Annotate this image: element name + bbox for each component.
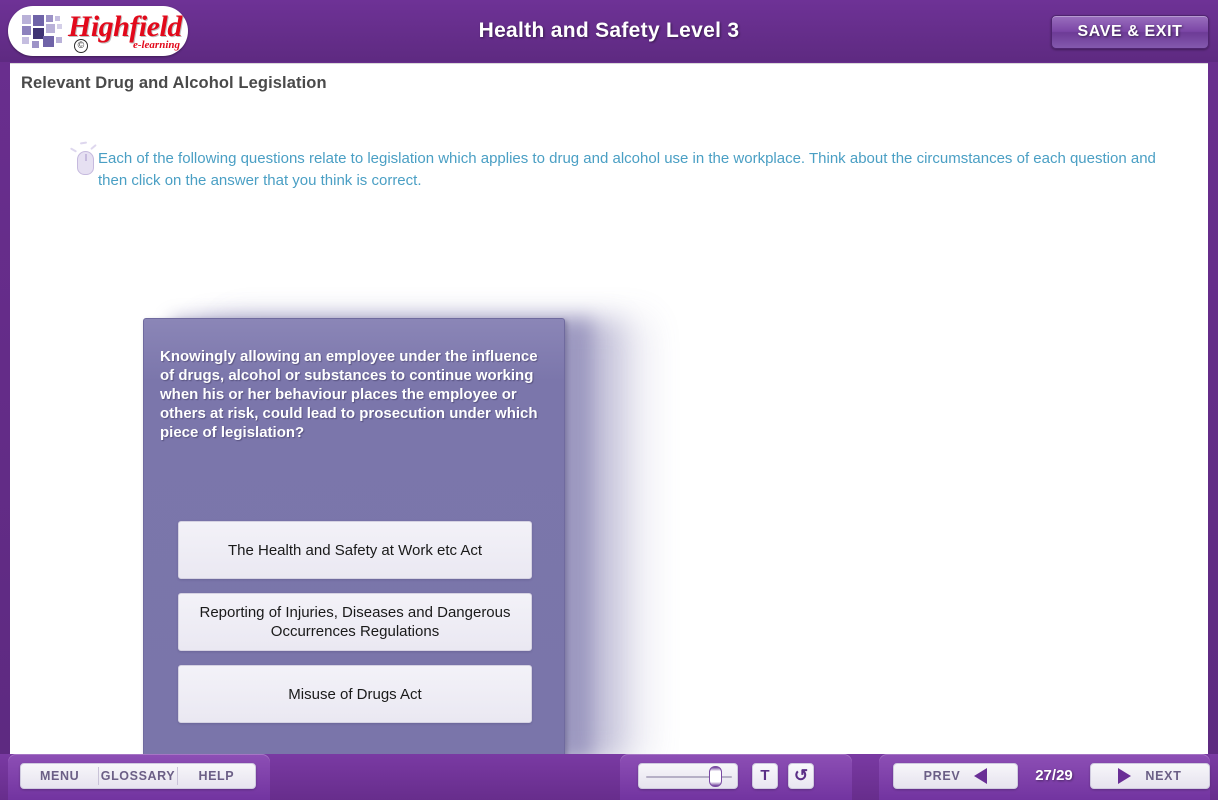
app-header: Highfield © e-learning Health and Safety… [0, 0, 1218, 62]
bottom-navigation-bar: MENU GLOSSARY HELP T ↺ PREV 27/29 NEXT [0, 754, 1218, 800]
next-label: NEXT [1145, 769, 1182, 783]
logo-grid-icon [22, 15, 74, 48]
question-panel-wrapper: Knowingly allowing an employee under the… [143, 318, 649, 762]
question-prompt: Knowingly allowing an employee under the… [160, 348, 538, 441]
progress-slider[interactable] [638, 763, 738, 789]
page-counter: 27/29 [1035, 767, 1073, 784]
menu-button-group: MENU GLOSSARY HELP [20, 763, 256, 789]
slider-handle[interactable] [709, 766, 723, 787]
content-area: Relevant Drug and Alcohol Legislation Ea… [10, 63, 1208, 762]
answer-option[interactable]: Reporting of Injuries, Diseases and Dang… [178, 593, 532, 651]
arrow-right-icon [1118, 768, 1132, 784]
next-button[interactable]: NEXT [1090, 763, 1210, 789]
logo-tagline: e-learning [132, 39, 180, 51]
instruction-text: Each of the following questions relate t… [98, 150, 1156, 189]
answer-option[interactable]: The Health and Safety at Work etc Act [178, 521, 532, 579]
save-and-exit-button[interactable]: SAVE & EXIT [1051, 15, 1209, 49]
highfield-logo: Highfield © e-learning [8, 6, 188, 56]
page-title: Relevant Drug and Alcohol Legislation [21, 74, 327, 92]
replay-button[interactable]: ↺ [788, 763, 814, 789]
arrow-left-icon [974, 768, 988, 784]
menu-button[interactable]: MENU [21, 764, 98, 788]
glossary-button[interactable]: GLOSSARY [99, 764, 176, 788]
elearning-app: Highfield © e-learning Health and Safety… [0, 0, 1218, 800]
prev-label: PREV [923, 769, 961, 783]
prev-button[interactable]: PREV [893, 763, 1018, 789]
question-panel: Knowingly allowing an employee under the… [143, 318, 565, 762]
answer-options-list: The Health and Safety at Work etc Act Re… [178, 521, 532, 737]
mouse-click-icon [69, 140, 100, 176]
logo-copyright-icon: © [74, 39, 88, 53]
answer-option[interactable]: Misuse of Drugs Act [178, 665, 532, 723]
help-button[interactable]: HELP [178, 764, 255, 788]
text-toggle-button[interactable]: T [752, 763, 778, 789]
